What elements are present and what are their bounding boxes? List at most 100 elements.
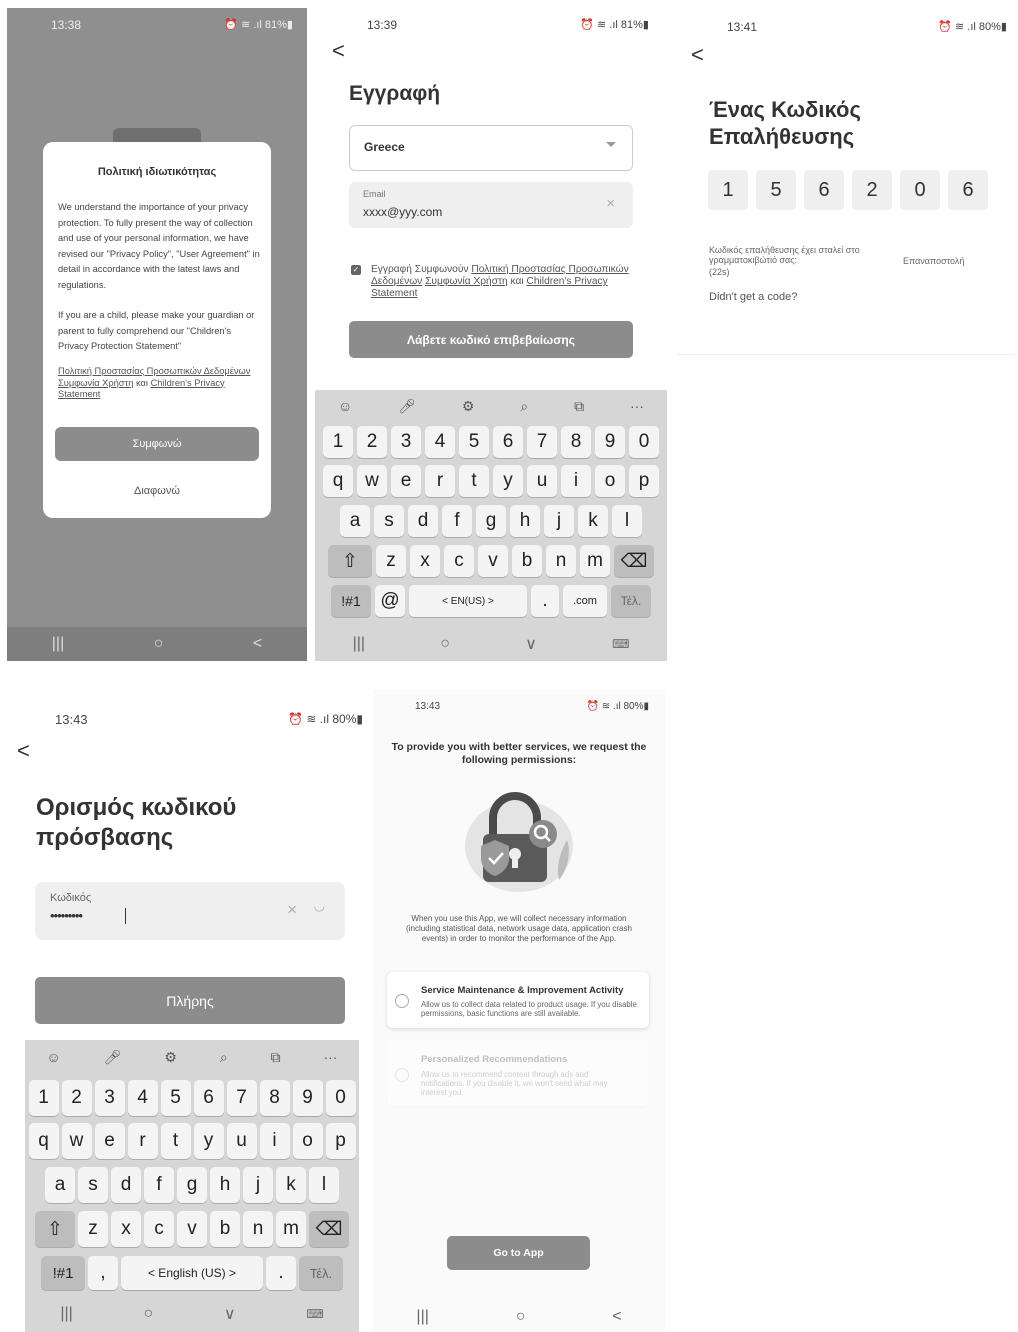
consent-checkbox[interactable]: ✓ bbox=[351, 265, 361, 275]
nav-recent-button[interactable]: ||| bbox=[353, 635, 365, 653]
key-k[interactable]: k bbox=[276, 1167, 306, 1203]
key-2[interactable]: 2 bbox=[61, 1080, 92, 1116]
key-z[interactable]: z bbox=[78, 1211, 108, 1247]
key-t[interactable]: t bbox=[459, 465, 489, 497]
key-n[interactable]: n bbox=[243, 1211, 273, 1247]
permission-option-recommendations[interactable]: Personalized Recommendations Allow us to… bbox=[387, 1040, 649, 1106]
mic-icon[interactable]: 🎤︎ bbox=[104, 1049, 122, 1066]
backspace-key[interactable]: ⌫ bbox=[309, 1211, 349, 1247]
key-y[interactable]: y bbox=[193, 1123, 224, 1159]
key-y[interactable]: y bbox=[493, 465, 523, 497]
key-l[interactable]: l bbox=[309, 1167, 339, 1203]
key-x[interactable]: x bbox=[410, 545, 440, 577]
key-8[interactable]: 8 bbox=[259, 1080, 290, 1116]
key-5[interactable]: 5 bbox=[160, 1080, 191, 1116]
nav-back-button[interactable]: < bbox=[253, 635, 262, 653]
key-v[interactable]: v bbox=[177, 1211, 207, 1247]
email-field[interactable]: Email xxxx@yyy.com × bbox=[349, 182, 633, 228]
dot-key[interactable]: . bbox=[266, 1256, 296, 1290]
nav-hide-keyboard-button[interactable]: ∨ bbox=[525, 634, 537, 654]
key-b[interactable]: b bbox=[210, 1211, 240, 1247]
translate-icon[interactable]: ⧉ bbox=[271, 1049, 281, 1066]
key-d[interactable]: d bbox=[111, 1167, 141, 1203]
comma-key[interactable]: , bbox=[88, 1256, 118, 1290]
code-digit-box[interactable]: 1 bbox=[708, 170, 748, 210]
translate-icon[interactable]: ⧉ bbox=[574, 398, 584, 415]
back-button[interactable]: < bbox=[332, 38, 345, 64]
nav-keyboard-button[interactable]: ⌨ bbox=[306, 1307, 323, 1321]
key-w[interactable]: w bbox=[357, 465, 387, 497]
key-k[interactable]: k bbox=[578, 505, 608, 537]
search-icon[interactable]: ⌕ bbox=[220, 1049, 228, 1066]
symbols-key[interactable]: !#1 bbox=[331, 585, 371, 617]
key-u[interactable]: u bbox=[527, 465, 557, 497]
key-6[interactable]: 6 bbox=[193, 1080, 224, 1116]
nav-recent-button[interactable]: ||| bbox=[416, 1308, 428, 1326]
key-w[interactable]: w bbox=[61, 1123, 92, 1159]
key-m[interactable]: m bbox=[276, 1211, 306, 1247]
key-j[interactable]: j bbox=[544, 505, 574, 537]
key-q[interactable]: q bbox=[28, 1123, 59, 1159]
key-f[interactable]: f bbox=[442, 505, 472, 537]
code-digit-box[interactable]: 2 bbox=[852, 170, 892, 210]
key-h[interactable]: h bbox=[510, 505, 540, 537]
nav-home-button[interactable]: ○ bbox=[440, 635, 450, 653]
key-c[interactable]: c bbox=[144, 1211, 174, 1247]
key-s[interactable]: s bbox=[78, 1167, 108, 1203]
key-0[interactable]: 0 bbox=[629, 426, 659, 458]
key-7[interactable]: 7 bbox=[527, 426, 557, 458]
key-j[interactable]: j bbox=[243, 1167, 273, 1203]
go-to-app-button[interactable]: Go to App bbox=[447, 1236, 590, 1270]
code-input[interactable]: 156206 bbox=[708, 170, 988, 210]
resend-link[interactable]: Επαναποστολή bbox=[903, 256, 964, 266]
key-2[interactable]: 2 bbox=[357, 426, 387, 458]
key-q[interactable]: q bbox=[323, 465, 353, 497]
key-x[interactable]: x bbox=[111, 1211, 141, 1247]
backspace-key[interactable]: ⌫ bbox=[614, 545, 654, 577]
back-button[interactable]: < bbox=[17, 738, 30, 764]
dotcom-key[interactable]: .com bbox=[563, 585, 607, 617]
key-c[interactable]: c bbox=[444, 545, 474, 577]
done-key[interactable]: Τέλ. bbox=[299, 1256, 343, 1290]
country-select[interactable]: Greece bbox=[349, 125, 633, 171]
key-1[interactable]: 1 bbox=[28, 1080, 59, 1116]
user-agreement-link[interactable]: Συμφωνία Χρήστη bbox=[58, 378, 133, 388]
key-e[interactable]: e bbox=[94, 1123, 125, 1159]
code-digit-box[interactable]: 0 bbox=[900, 170, 940, 210]
clear-icon[interactable]: × bbox=[287, 900, 297, 920]
key-t[interactable]: t bbox=[160, 1123, 191, 1159]
key-4[interactable]: 4 bbox=[425, 426, 455, 458]
key-g[interactable]: g bbox=[177, 1167, 207, 1203]
key-9[interactable]: 9 bbox=[595, 426, 625, 458]
key-u[interactable]: u bbox=[226, 1123, 257, 1159]
more-icon[interactable]: ··· bbox=[630, 398, 644, 414]
mic-icon[interactable]: 🎤︎ bbox=[398, 398, 416, 415]
privacy-policy-link[interactable]: Πολιτική Προστασίας Προσωπικών Δεδομένων bbox=[58, 366, 250, 376]
key-e[interactable]: e bbox=[391, 465, 421, 497]
back-button[interactable]: < bbox=[691, 42, 704, 68]
key-l[interactable]: l bbox=[612, 505, 642, 537]
disagree-button[interactable]: Διαφωνώ bbox=[55, 474, 259, 508]
permission-option-service[interactable]: Service Maintenance & Improvement Activi… bbox=[387, 972, 649, 1028]
code-digit-box[interactable]: 6 bbox=[804, 170, 844, 210]
key-a[interactable]: a bbox=[340, 505, 370, 537]
nav-hide-keyboard-button[interactable]: ∨ bbox=[224, 1304, 236, 1324]
radio-button[interactable] bbox=[395, 1068, 409, 1082]
at-key[interactable]: @ bbox=[375, 585, 405, 617]
key-5[interactable]: 5 bbox=[459, 426, 489, 458]
user-agreement-link[interactable]: Συμφωνία Χρήστη bbox=[425, 276, 508, 287]
key-h[interactable]: h bbox=[210, 1167, 240, 1203]
code-digit-box[interactable]: 5 bbox=[756, 170, 796, 210]
language-key[interactable]: < English (US) > bbox=[121, 1256, 263, 1290]
key-4[interactable]: 4 bbox=[127, 1080, 158, 1116]
language-key[interactable]: < EN(US) > bbox=[409, 585, 527, 617]
key-8[interactable]: 8 bbox=[561, 426, 591, 458]
nav-keyboard-button[interactable]: ⌨ bbox=[612, 637, 629, 651]
key-d[interactable]: d bbox=[408, 505, 438, 537]
code-digit-box[interactable]: 6 bbox=[948, 170, 988, 210]
key-7[interactable]: 7 bbox=[226, 1080, 257, 1116]
key-r[interactable]: r bbox=[425, 465, 455, 497]
clear-icon[interactable]: × bbox=[606, 195, 615, 212]
shift-key[interactable]: ⇧ bbox=[328, 545, 372, 577]
key-v[interactable]: v bbox=[478, 545, 508, 577]
